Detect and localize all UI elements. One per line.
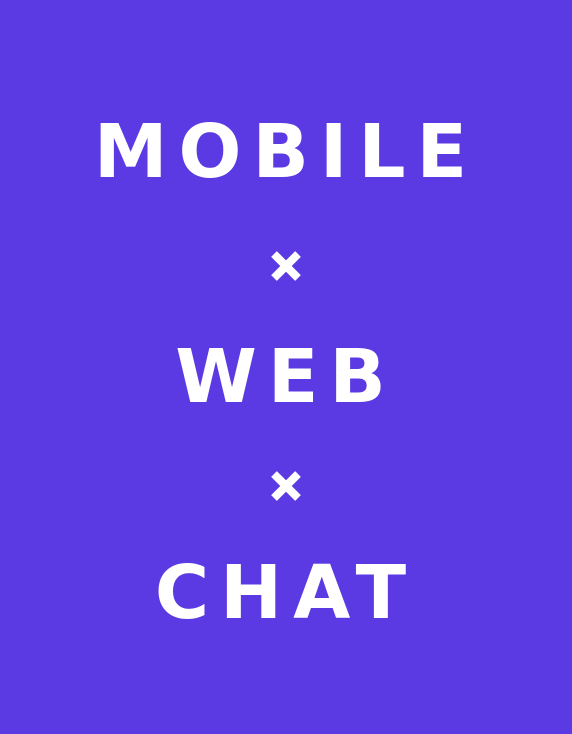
times-icon <box>0 248 572 284</box>
poster: MOBILE WEB CHAT <box>0 0 572 734</box>
word-mobile: MOBILE <box>93 109 479 195</box>
word-chat: CHAT <box>154 550 418 636</box>
times-icon <box>0 468 572 504</box>
word-web: WEB <box>175 334 397 420</box>
